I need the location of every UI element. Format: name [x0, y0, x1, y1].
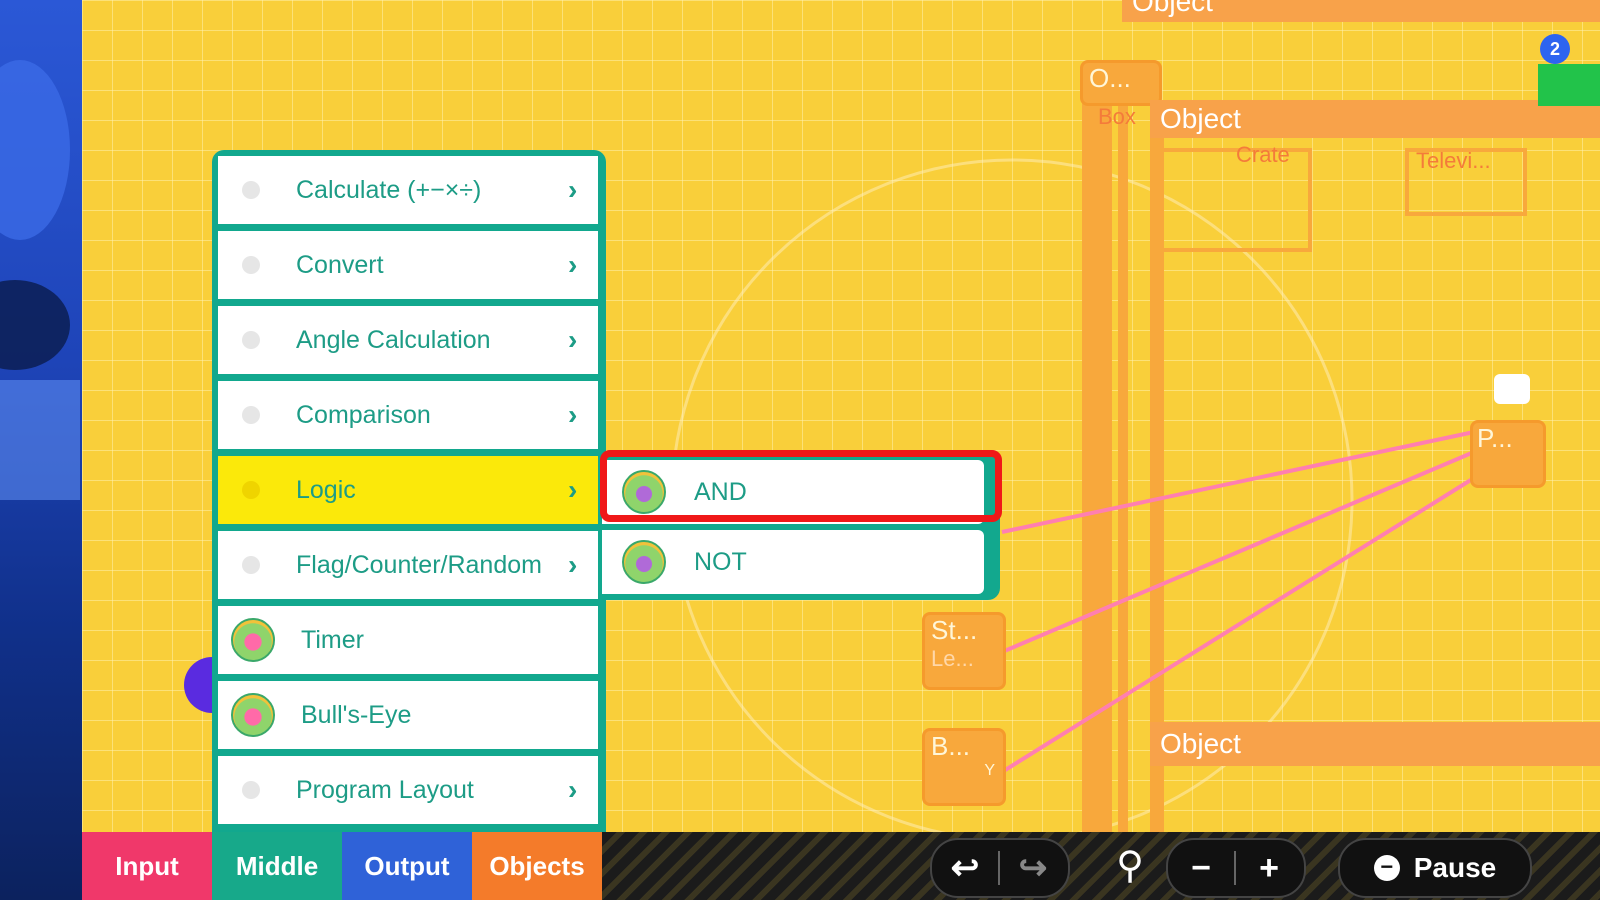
menu-item-label: Angle Calculation [296, 325, 491, 354]
zoom-in-icon[interactable]: + [1236, 849, 1302, 888]
box-node-label: O... [1089, 63, 1131, 93]
not-nodon-icon [622, 540, 666, 584]
menu-item-label: Flag/Counter/Random [296, 550, 542, 579]
middle-nodon-menu: Calculate (+−×÷) › Convert › Angle Calcu… [212, 150, 606, 832]
tab-label: Input [115, 850, 179, 881]
stick-node[interactable]: St... Le... [922, 612, 1006, 690]
object-label-mid: Object [1160, 103, 1241, 134]
undo-redo-group: ↩ ↪ [930, 838, 1070, 898]
bullseye-nodon-icon [231, 693, 275, 737]
menu-item-convert[interactable]: Convert › [218, 231, 598, 299]
player-node-label: P... [1477, 423, 1513, 453]
tab-input[interactable]: Input [82, 832, 212, 900]
pause-button[interactable]: − Pause [1338, 838, 1532, 898]
menu-item-logic[interactable]: Logic › [218, 456, 598, 524]
bullet-icon [242, 406, 260, 424]
menu-item-label: Bull's-Eye [301, 700, 412, 729]
timer-nodon-icon [231, 618, 275, 662]
button-y-icon: Y [984, 762, 995, 779]
minus-button-icon: − [1373, 855, 1400, 881]
menu-item-program-layout[interactable]: Program Layout › [218, 756, 598, 824]
crate-label: Crate [1236, 142, 1290, 167]
menu-item-label: Program Layout [296, 775, 474, 804]
menu-item-timer[interactable]: Timer [218, 606, 598, 674]
television-label: Televi... [1416, 148, 1491, 173]
menu-item-label: Logic [296, 475, 356, 504]
submenu-item-label: NOT [694, 547, 747, 576]
menu-item-comparison[interactable]: Comparison › [218, 381, 598, 449]
chevron-right-icon: › [568, 474, 578, 505]
bottom-toolbar: Input Middle Output Objects ↩ ↪ ⚲ − + − … [82, 832, 1600, 900]
bullet-icon [242, 331, 260, 349]
chevron-right-icon: › [568, 249, 578, 280]
bullet-icon [242, 781, 260, 799]
tab-label: Objects [489, 850, 585, 881]
redo-icon[interactable]: ↪ [1000, 848, 1066, 888]
zoom-out-icon[interactable]: − [1168, 849, 1234, 888]
chevron-right-icon: › [568, 774, 578, 805]
button-node[interactable]: B... Y [922, 728, 1006, 806]
box-sublabel: Box [1098, 104, 1136, 129]
chevron-right-icon: › [568, 549, 578, 580]
tab-middle[interactable]: Middle [212, 832, 342, 900]
and-highlight-box [600, 450, 1002, 522]
menu-item-flag-counter-random[interactable]: Flag/Counter/Random › [218, 531, 598, 599]
badge-2: 2 [1540, 34, 1570, 64]
app-screen: Object O... Box Object Crate Televi... 2… [0, 0, 1600, 900]
menu-item-bulls-eye[interactable]: Bull's-Eye [218, 681, 598, 749]
bullet-icon [242, 481, 260, 499]
chevron-right-icon: › [568, 399, 578, 430]
chevron-right-icon: › [568, 174, 578, 205]
menu-item-calculate[interactable]: Calculate (+−×÷) › [218, 156, 598, 224]
menu-item-label: Calculate (+−×÷) [296, 175, 482, 204]
pause-label: Pause [1413, 852, 1497, 883]
menu-item-label: Timer [301, 625, 364, 654]
tab-label: Output [364, 850, 450, 881]
bullet-icon [242, 181, 260, 199]
undo-icon[interactable]: ↩ [932, 848, 998, 888]
player-node[interactable]: P... [1470, 420, 1546, 488]
submenu-item-not[interactable]: NOT [602, 530, 984, 594]
stick-node-sublabel: Le... [931, 646, 974, 671]
object-node-top[interactable]: Object [1122, 0, 1600, 22]
tab-output[interactable]: Output [342, 832, 472, 900]
tab-objects[interactable]: Objects [472, 832, 602, 900]
object-label-top: Object [1132, 0, 1213, 17]
menu-item-label: Convert [296, 250, 384, 279]
zoom-icon[interactable]: ⚲ [1106, 842, 1154, 890]
object-node-bottom[interactable]: Object [1150, 722, 1600, 766]
button-node-label: B... [931, 731, 971, 761]
tab-label: Middle [235, 850, 319, 881]
bullet-icon [242, 256, 260, 274]
bullet-icon [242, 556, 260, 574]
chevron-right-icon: › [568, 324, 578, 355]
player-robot-icon [1494, 374, 1530, 404]
left-decoration [0, 0, 82, 900]
object-label-bottom: Object [1160, 728, 1241, 759]
menu-item-label: Comparison [296, 400, 431, 429]
object-node-mid[interactable]: Object [1150, 100, 1600, 138]
stick-node-label: St... [931, 615, 978, 645]
green-node[interactable] [1538, 64, 1600, 106]
zoom-group: − + [1166, 838, 1306, 898]
menu-item-angle-calculation[interactable]: Angle Calculation › [218, 306, 598, 374]
